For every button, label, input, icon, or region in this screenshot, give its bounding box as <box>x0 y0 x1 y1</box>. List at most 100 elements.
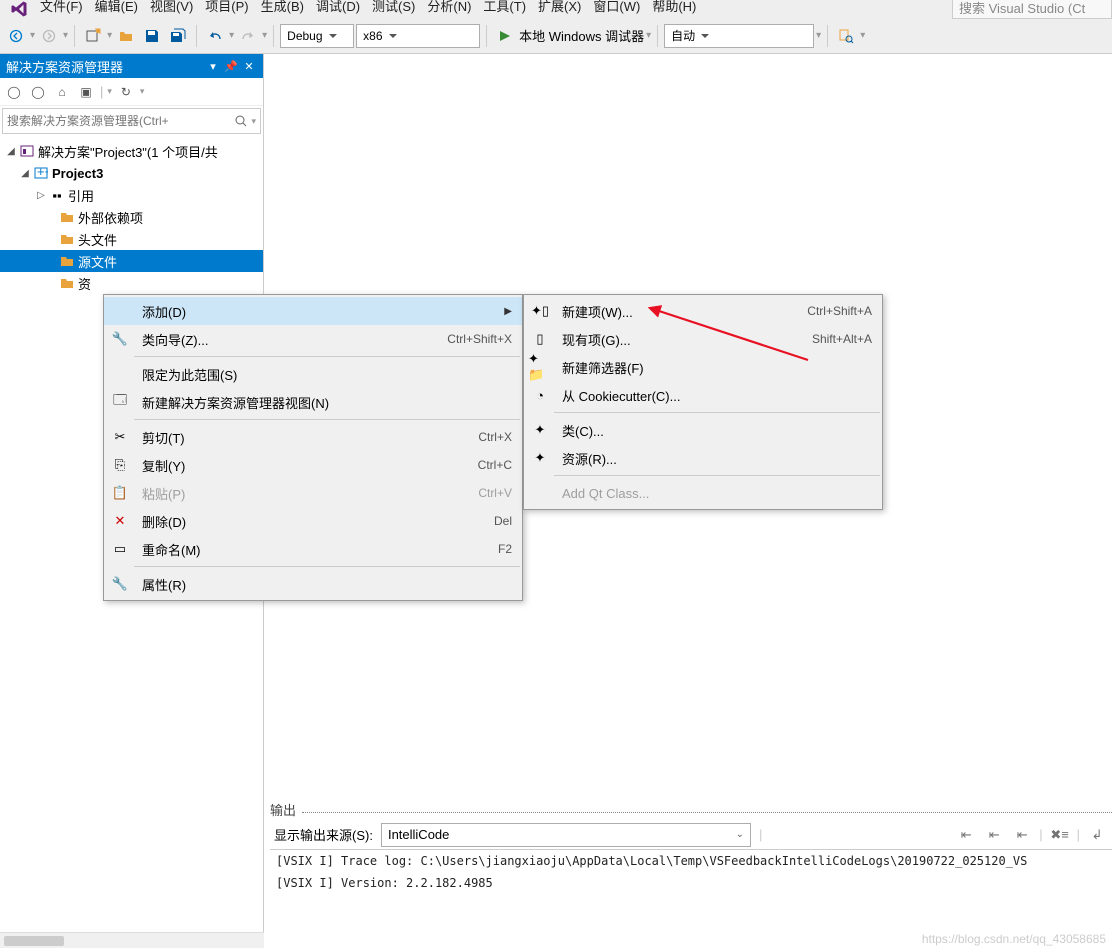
menu-ext[interactable]: 扩展(X) <box>532 0 587 15</box>
output-source-select[interactable]: IntelliCode⌄ <box>381 823 751 847</box>
folder-icon <box>58 274 76 292</box>
fwd-icon[interactable]: ◯ <box>28 82 48 102</box>
tree-project[interactable]: ◢ ++ Project3 <box>0 162 263 184</box>
start-debug-label[interactable]: 本地 Windows 调试器 <box>519 26 644 45</box>
tree-solution[interactable]: ◢ 解决方案"Project3"(1 个项目/共 <box>0 140 263 162</box>
delete-icon: ✕ <box>108 511 132 531</box>
tree-resources[interactable]: 资 <box>0 272 263 294</box>
output-source-label: 显示输出来源(S): <box>274 825 373 844</box>
panel-dropdown-icon[interactable]: ▾ <box>205 60 221 73</box>
wizard-icon: 🔧 <box>108 329 132 349</box>
output-line-2: [VSIX I] Version: 2.2.182.4985 <box>270 872 1112 894</box>
context-menu: 添加(D)▶ 🔧类向导(Z)...Ctrl+Shift+X 限定为此范围(S) … <box>103 294 523 601</box>
ctx-add[interactable]: 添加(D)▶ <box>104 297 522 325</box>
search-icon[interactable] <box>234 114 248 128</box>
menu-test[interactable]: 测试(S) <box>366 0 421 15</box>
tree-ext-deps[interactable]: 外部依赖项 <box>0 206 263 228</box>
sync-icon[interactable]: ▣ <box>76 82 96 102</box>
config-select[interactable]: Debug <box>280 24 354 48</box>
tree-headers[interactable]: 头文件 <box>0 228 263 250</box>
watermark: https://blog.csdn.net/qq_43058685 <box>922 932 1106 946</box>
ctx-copy[interactable]: ⎘复制(Y)Ctrl+C <box>104 451 522 479</box>
save-all-icon[interactable] <box>166 24 190 48</box>
menu-window[interactable]: 窗口(W) <box>587 0 646 15</box>
ctx-class-wizard[interactable]: 🔧类向导(Z)...Ctrl+Shift+X <box>104 325 522 353</box>
out-icon-2[interactable]: ⇤ <box>983 824 1005 846</box>
project-icon: ++ <box>32 164 50 182</box>
ctx-scope[interactable]: 限定为此范围(S) <box>104 360 522 388</box>
ctx-cookiecutter[interactable]: ◔从 Cookiecutter(C)... <box>524 381 882 409</box>
nav-fwd-drop[interactable]: ▾ <box>63 30 68 41</box>
ctx-rename[interactable]: ▭重命名(M)F2 <box>104 535 522 563</box>
sources-label: 源文件 <box>76 252 117 271</box>
ctx-resource[interactable]: ✦资源(R)... <box>524 444 882 472</box>
redo-icon[interactable] <box>236 24 260 48</box>
folder-icon <box>58 230 76 248</box>
ctx-cut[interactable]: ✂剪切(T)Ctrl+X <box>104 423 522 451</box>
wrench-icon: 🔧 <box>108 574 132 594</box>
newfile-icon: ✦▯ <box>528 301 552 321</box>
solution-label: 解决方案"Project3"(1 个项目/共 <box>36 142 218 161</box>
menu-view[interactable]: 视图(V) <box>144 0 199 15</box>
wrap-icon[interactable]: ↲ <box>1086 824 1108 846</box>
panel-title-bar[interactable]: 解决方案资源管理器 ▾ 📌 ✕ <box>0 54 263 78</box>
redo-drop[interactable]: ▾ <box>262 30 267 41</box>
start-debug-icon[interactable] <box>493 24 517 48</box>
refs-icon: ▪▪ <box>48 186 66 204</box>
ctx-delete[interactable]: ✕删除(D)Del <box>104 507 522 535</box>
folder-icon <box>58 208 76 226</box>
tree-references[interactable]: ▷ ▪▪ 引用 <box>0 184 263 206</box>
save-icon[interactable] <box>140 24 164 48</box>
class-icon: ✦ <box>528 420 552 440</box>
out-icon-1[interactable]: ⇤ <box>955 824 977 846</box>
close-icon[interactable]: ✕ <box>241 60 257 73</box>
nav-fwd-icon[interactable] <box>37 24 61 48</box>
find-drop[interactable]: ▾ <box>860 30 865 41</box>
solution-explorer-toolbar: ◯ ◯ ⌂ ▣ | ▾ ↻ ▾ <box>0 78 263 106</box>
home-icon[interactable]: ⌂ <box>52 82 72 102</box>
platform-select[interactable]: x86 <box>356 24 480 48</box>
solution-search-input[interactable] <box>7 114 234 128</box>
menu-debug[interactable]: 调试(D) <box>310 0 366 15</box>
threads-extra-drop[interactable]: ▾ <box>816 30 821 41</box>
refresh-icon[interactable]: ↻ <box>116 82 136 102</box>
output-line-1: [VSIX I] Trace log: C:\Users\jiangxiaoju… <box>270 850 1112 872</box>
copy-icon: ⎘ <box>108 455 132 475</box>
tree-sources[interactable]: 源文件 <box>0 250 263 272</box>
menu-analyze[interactable]: 分析(N) <box>421 0 477 15</box>
menu-help[interactable]: 帮助(H) <box>646 0 702 15</box>
svg-text:++: ++ <box>37 166 48 179</box>
undo-icon[interactable] <box>203 24 227 48</box>
solution-search[interactable]: ▾ <box>2 108 261 134</box>
menu-build[interactable]: 生成(B) <box>255 0 310 15</box>
ctx-properties[interactable]: 🔧属性(R) <box>104 570 522 598</box>
new-project-icon[interactable] <box>81 24 105 48</box>
ctx-new-view[interactable]: 🗔新建解决方案资源管理器视图(N) <box>104 388 522 416</box>
quick-launch-input[interactable]: 搜索 Visual Studio (Ct <box>952 0 1112 19</box>
nav-back-drop[interactable]: ▾ <box>30 30 35 41</box>
find-in-files-icon[interactable] <box>834 24 858 48</box>
refs-label: 引用 <box>66 186 94 205</box>
new-project-drop[interactable]: ▾ <box>107 30 112 41</box>
threads-select[interactable]: 自动 <box>664 24 814 48</box>
out-icon-3[interactable]: ⇤ <box>1011 824 1033 846</box>
menu-file[interactable]: 文件(F) <box>34 0 89 15</box>
menu-tools[interactable]: 工具(T) <box>477 0 532 15</box>
menu-edit[interactable]: 编辑(E) <box>89 0 144 15</box>
ctx-paste: 📋粘贴(P)Ctrl+V <box>104 479 522 507</box>
extdeps-label: 外部依赖项 <box>76 208 143 227</box>
clear-output-icon[interactable]: ✖≡ <box>1049 824 1071 846</box>
menu-project[interactable]: 项目(P) <box>199 0 254 15</box>
undo-drop[interactable]: ▾ <box>229 30 234 41</box>
start-debug-drop[interactable]: ▾ <box>646 30 651 41</box>
pin-icon[interactable]: 📌 <box>223 60 239 73</box>
newview-icon: 🗔 <box>108 392 132 412</box>
ctx-new-item[interactable]: ✦▯新建项(W)...Ctrl+Shift+A <box>524 297 882 325</box>
ctx-class[interactable]: ✦类(C)... <box>524 416 882 444</box>
resource-icon: ✦ <box>528 448 552 468</box>
open-icon[interactable] <box>114 24 138 48</box>
ctx-existing-item[interactable]: ▯现有项(G)...Shift+Alt+A <box>524 325 882 353</box>
back-icon[interactable]: ◯ <box>4 82 24 102</box>
nav-back-icon[interactable] <box>4 24 28 48</box>
ctx-new-filter[interactable]: ✦📁新建筛选器(F) <box>524 353 882 381</box>
